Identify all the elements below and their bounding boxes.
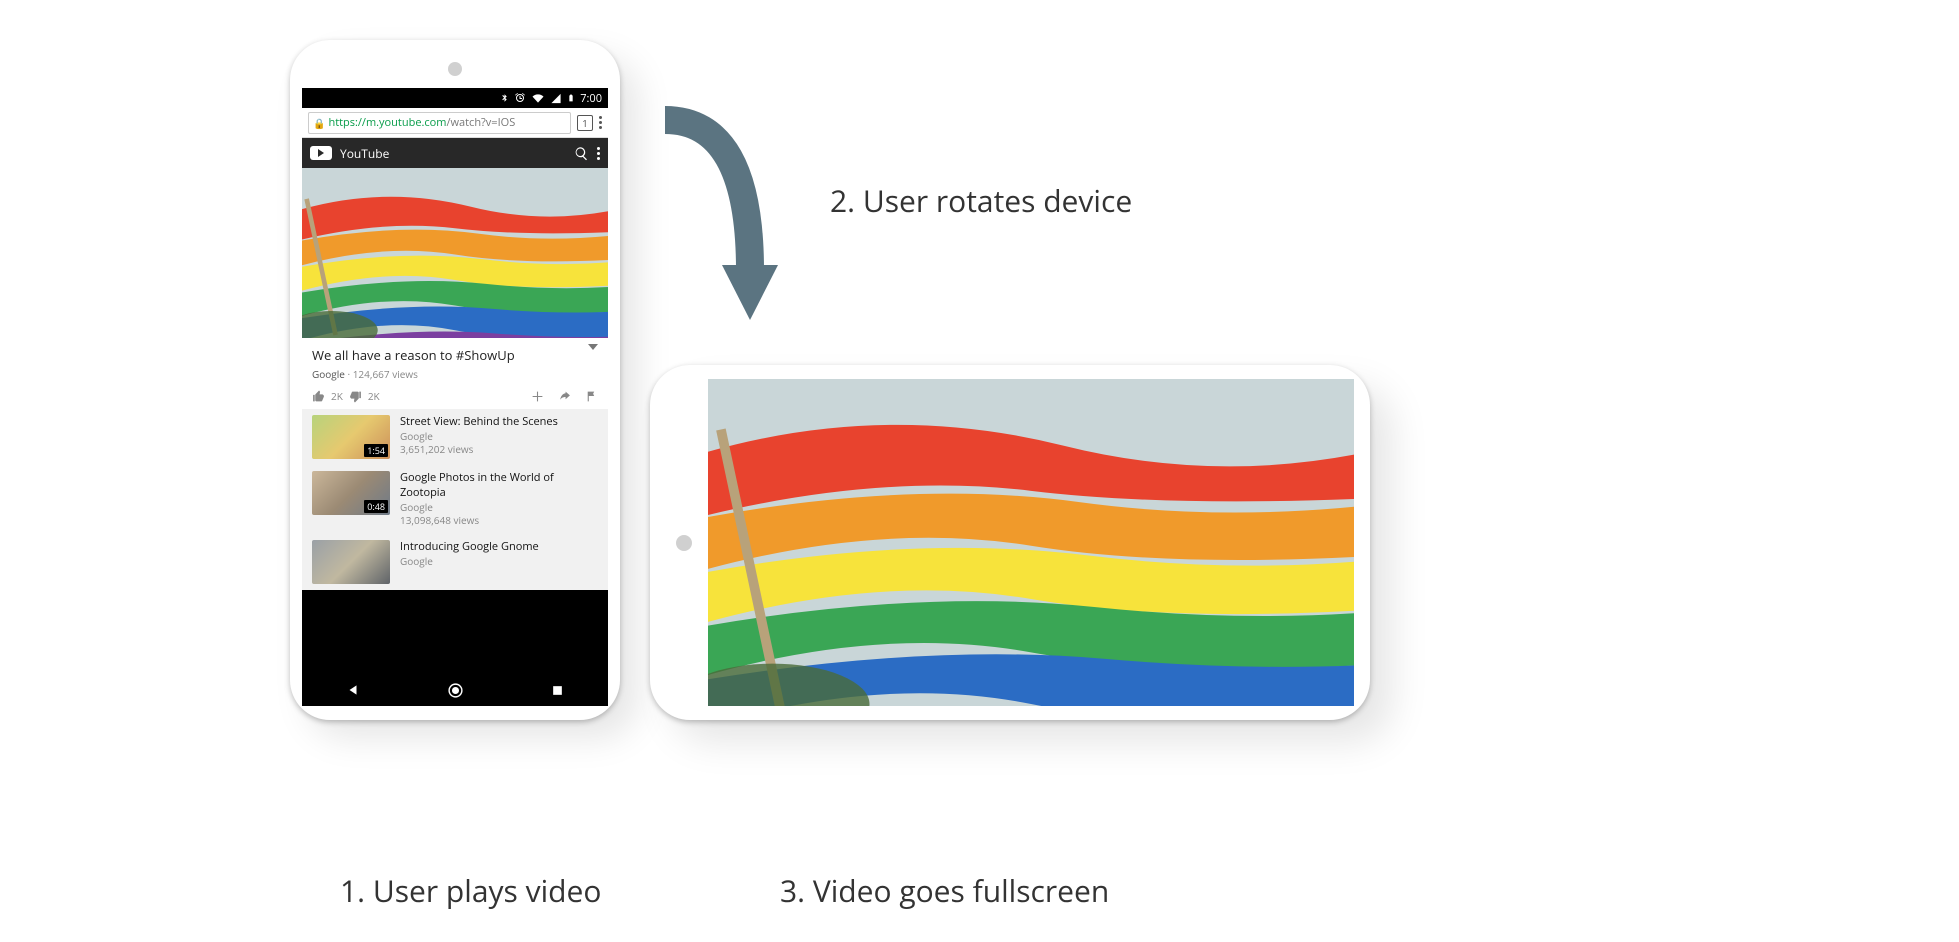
suggestion-channel: Google <box>400 430 558 444</box>
suggestion-views: 13,098,648 views <box>400 514 598 528</box>
video-actions: 2K 2K <box>312 389 598 403</box>
suggestion-channel: Google <box>400 555 539 569</box>
video-info: We all have a reason to #ShowUp Google ·… <box>302 338 608 409</box>
suggestion-thumbnail <box>312 540 390 584</box>
suggestion-thumbnail: 1:54 <box>312 415 390 459</box>
speaker-dot <box>448 62 462 76</box>
suggestion-meta: Street View: Behind the ScenesGoogle3,65… <box>400 415 558 459</box>
battery-icon <box>567 92 575 104</box>
portrait-device: 7:00 🔒 https://m.youtube.com /watch?v=IO… <box>290 40 620 720</box>
home-icon[interactable] <box>447 682 464 699</box>
landscape-device <box>650 365 1370 720</box>
youtube-label: YouTube <box>340 145 389 162</box>
suggestion-title: Introducing Google Gnome <box>400 540 539 555</box>
suggestion-row[interactable]: Introducing Google GnomeGoogle <box>302 534 608 590</box>
dislike-count: 2K <box>368 389 380 403</box>
video-subtitle: Google · 124,667 views <box>312 367 598 381</box>
video-views: 124,667 views <box>353 367 418 381</box>
suggestion-thumbnail: 0:48 <box>312 471 390 515</box>
signal-icon <box>550 93 562 104</box>
url-bar[interactable]: 🔒 https://m.youtube.com /watch?v=IOS <box>308 112 571 134</box>
duration-badge: 0:48 <box>364 500 388 513</box>
suggestion-views: 3,651,202 views <box>400 443 558 457</box>
tab-switcher[interactable]: 1 <box>577 115 593 131</box>
suggestions-list: 1:54Street View: Behind the ScenesGoogle… <box>302 409 608 590</box>
suggestion-channel: Google <box>400 501 598 515</box>
suggestion-title: Street View: Behind the Scenes <box>400 415 558 430</box>
fullscreen-video-image <box>708 379 1354 706</box>
suggestion-meta: Google Photos in the World of ZootopiaGo… <box>400 471 598 528</box>
portrait-screen: 7:00 🔒 https://m.youtube.com /watch?v=IO… <box>302 88 608 706</box>
thumbs-up-icon[interactable] <box>312 390 325 403</box>
add-icon[interactable] <box>531 390 544 403</box>
video-flag-image <box>302 168 608 338</box>
lock-icon: 🔒 <box>313 116 325 130</box>
status-time: 7:00 <box>580 91 602 106</box>
youtube-menu-icon[interactable] <box>597 147 600 160</box>
search-icon[interactable] <box>574 146 589 161</box>
omnibox-row: 🔒 https://m.youtube.com /watch?v=IOS 1 <box>302 108 608 138</box>
chrome-menu-icon[interactable] <box>599 116 602 129</box>
video-sep: · <box>345 367 353 381</box>
caption-step1: 1. User plays video <box>340 870 601 911</box>
duration-badge: 1:54 <box>364 444 388 457</box>
youtube-header: YouTube <box>302 138 608 168</box>
url-path: /watch?v=IOS <box>446 115 515 130</box>
bluetooth-icon <box>500 92 509 104</box>
video-channel[interactable]: Google <box>312 367 345 381</box>
alarm-icon <box>514 92 526 104</box>
like-count: 2K <box>331 389 343 403</box>
url-host: https://m.youtube.com <box>328 115 446 130</box>
caption-step2: 2. User rotates device <box>830 180 1132 221</box>
suggestion-title: Google Photos in the World of Zootopia <box>400 471 598 501</box>
video-player[interactable] <box>302 168 608 338</box>
rotate-arrow <box>650 90 800 340</box>
suggestion-meta: Introducing Google GnomeGoogle <box>400 540 539 584</box>
back-icon[interactable] <box>346 683 360 697</box>
status-bar: 7:00 <box>302 88 608 108</box>
share-icon[interactable] <box>558 390 571 403</box>
video-title: We all have a reason to #ShowUp <box>312 346 598 364</box>
landscape-screen <box>708 379 1354 706</box>
youtube-logo-icon[interactable] <box>310 146 332 160</box>
wifi-icon <box>531 93 545 104</box>
speaker-dot <box>676 535 692 551</box>
suggestion-row[interactable]: 0:48 Google Photos in the World of Zootop… <box>302 465 608 534</box>
android-nav-bar <box>302 674 608 706</box>
thumbs-down-icon[interactable] <box>349 390 362 403</box>
suggestion-row[interactable]: 1:54 Street View: Behind the ScenesGoogle… <box>302 409 608 465</box>
recents-icon[interactable] <box>551 684 564 697</box>
caption-step3: 3. Video goes fullscreen <box>780 870 1109 911</box>
flag-icon[interactable] <box>585 390 598 403</box>
chevron-down-icon[interactable] <box>588 344 598 350</box>
